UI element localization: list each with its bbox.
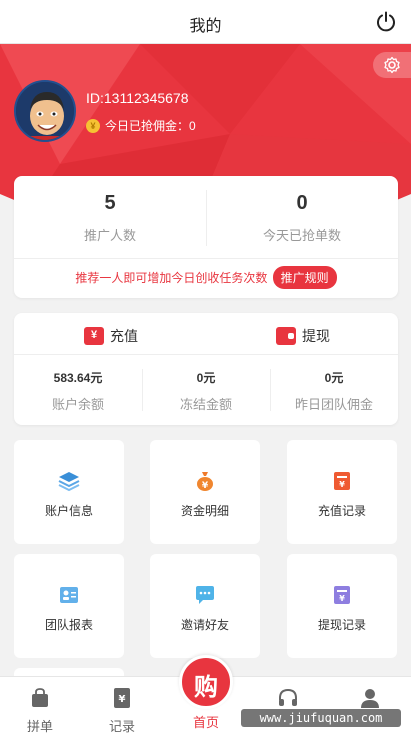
stat-orders-today: 0 今天已抢单数 (206, 192, 398, 244)
recharge-button[interactable]: ¥ 充值 (84, 325, 138, 347)
stat-label: 今天已抢单数 (262, 228, 341, 243)
balance-label: 账户余额 (51, 397, 104, 412)
menu-recharge-records[interactable]: ¥ 充值记录 (287, 440, 397, 544)
balance-label: 冻结金额 (179, 397, 232, 412)
menu-fund-details[interactable]: ¥ 资金明细 (150, 440, 260, 544)
shopping-bag-icon (32, 688, 48, 707)
gear-icon (384, 56, 400, 74)
top-bar: 我的 (0, 0, 411, 44)
money-bag-icon: ¥ (197, 472, 213, 491)
menu-label: 提现记录 (317, 618, 366, 632)
svg-text:¥: ¥ (339, 594, 345, 603)
wallet-card: ¥ 充值 提现 583.64元 账户余额 0元 冻结金额 0元 昨日团队佣金 (14, 313, 398, 425)
menu-label: 充值记录 (317, 504, 366, 518)
user-icon (361, 689, 379, 708)
menu-label: 邀请好友 (180, 618, 229, 632)
power-icon[interactable] (375, 11, 397, 33)
menu-label: 账户信息 (44, 504, 93, 518)
wallet-icon (276, 327, 296, 345)
svg-text:¥: ¥ (202, 481, 209, 491)
balance-label: 昨日团队佣金 (294, 397, 373, 412)
promo-rules-button[interactable]: 推广规则 (272, 266, 337, 289)
menu-label: 团队报表 (44, 618, 93, 632)
tab-records[interactable]: ¥ 记录 (92, 687, 152, 734)
menu-label: 资金明细 (180, 504, 229, 518)
layers-icon (58, 472, 80, 492)
team-report-icon (60, 587, 78, 603)
balance-frozen: 0元 冻结金额 (142, 369, 270, 413)
tab-home[interactable]: 首页 (176, 712, 236, 731)
menu-account-info[interactable]: 账户信息 (14, 440, 124, 544)
tab-group-buy[interactable]: 拼单 (10, 687, 70, 734)
avatar[interactable] (14, 80, 76, 142)
balance-account: 583.64元 账户余额 (14, 369, 142, 413)
home-buy-button[interactable]: 购 (179, 655, 233, 709)
headset-icon (279, 688, 297, 706)
divider (14, 354, 398, 355)
page-title: 我的 (189, 18, 222, 35)
recharge-label: 充值 (110, 328, 138, 344)
tab-label: 首页 (192, 715, 219, 730)
menu-withdraw-records[interactable]: ¥ 提现记录 (287, 554, 397, 658)
tab-label: 拼单 (26, 719, 53, 734)
withdraw-label: 提现 (302, 328, 330, 344)
buy-glyph: 购 (194, 674, 218, 701)
user-id: ID:13112345678 (86, 90, 189, 106)
balance-value: 0元 (324, 371, 344, 385)
stat-value: 5 (104, 192, 116, 214)
today-commission-label: 今日已抢佣金：0 (105, 119, 196, 133)
svg-text:¥: ¥ (119, 694, 126, 705)
balance-value: 0元 (196, 371, 216, 385)
recharge-record-icon: ¥ (334, 472, 350, 490)
settings-button[interactable] (373, 52, 411, 78)
balance-value: 583.64元 (53, 371, 103, 385)
record-icon: ¥ (114, 688, 130, 708)
promotion-stats-card: 5 推广人数 0 今天已抢单数 推荐一人即可增加今日创收任务次数 推广规则 (14, 176, 398, 298)
svg-text:¥: ¥ (339, 480, 345, 489)
recharge-icon: ¥ (84, 327, 104, 345)
stat-value: 0 (296, 192, 308, 214)
tab-label: 记录 (108, 719, 135, 734)
promo-text: 推荐一人即可增加今日创收任务次数 (75, 271, 268, 285)
divider (14, 258, 398, 259)
withdraw-button[interactable]: 提现 (276, 325, 330, 347)
promo-row: 推荐一人即可增加今日创收任务次数 推广规则 (14, 266, 398, 289)
menu-team-report[interactable]: 团队报表 (14, 554, 124, 658)
coin-icon: ¥ (86, 118, 100, 133)
balance-team-commission: 0元 昨日团队佣金 (270, 369, 398, 413)
today-commission: ¥ 今日已抢佣金：0 (86, 117, 196, 134)
menu-invite-friends[interactable]: 邀请好友 (150, 554, 260, 658)
chat-invite-icon (196, 586, 214, 604)
withdraw-record-icon: ¥ (334, 586, 350, 604)
stat-promoted-count: 5 推广人数 (14, 192, 206, 244)
watermark: www.jiufuquan.com (241, 709, 401, 727)
stat-label: 推广人数 (83, 228, 136, 243)
